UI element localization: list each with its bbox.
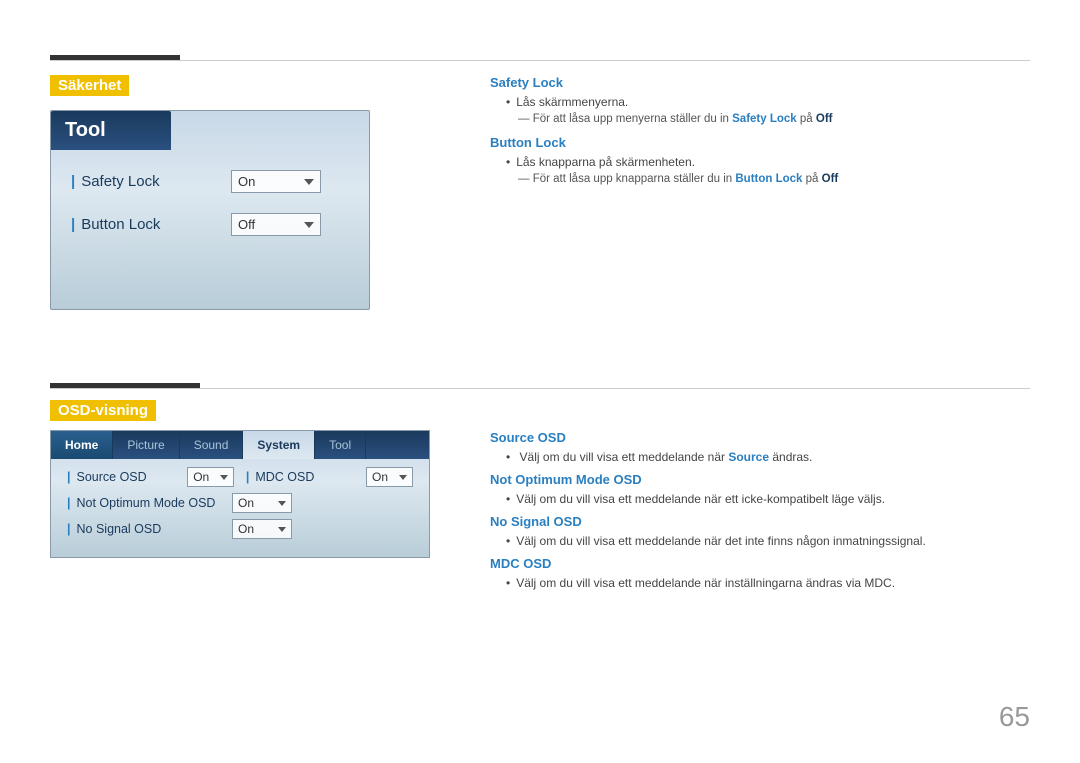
no-signal-osd-label: No Signal OSD — [67, 522, 232, 536]
safety-lock-note-link: Safety Lock — [732, 113, 797, 125]
source-osd-select[interactable]: On — [187, 467, 234, 487]
tab-system[interactable]: System — [243, 431, 315, 459]
tool-panel-header: Tool — [51, 111, 171, 150]
button-lock-select[interactable]: Off — [231, 213, 321, 236]
sakerhet-desc-panel: Safety Lock Lås skärmmenyerna. För att l… — [490, 75, 1030, 195]
safety-lock-title: Safety Lock — [490, 75, 1030, 90]
not-optimum-bullet: Välj om du vill visa ett meddelande när … — [490, 492, 1030, 506]
no-signal-osd-arrow-icon — [278, 527, 286, 532]
no-signal-bullet: Välj om du vill visa ett meddelande när … — [490, 534, 1030, 548]
source-osd-bullet-pre: Välj om du vill visa ett meddelande när — [520, 450, 729, 464]
tab-sound[interactable]: Sound — [180, 431, 244, 459]
mdc-osd-value: On — [372, 470, 388, 484]
osd-label: OSD-visning — [50, 400, 156, 421]
no-signal-osd-row: No Signal OSD On — [67, 519, 413, 539]
source-osd-value: On — [193, 470, 209, 484]
tool-panel: Tool Safety Lock On Button Lock Off — [50, 110, 370, 310]
tab-tool[interactable]: Tool — [315, 431, 366, 459]
safety-lock-note-mid: på — [797, 113, 816, 125]
source-osd-label: Source OSD — [67, 470, 187, 484]
button-lock-value: Off — [238, 217, 255, 232]
mdc-osd-title: MDC OSD — [490, 556, 1030, 571]
button-lock-label: Button Lock — [71, 216, 231, 233]
top-rule — [50, 60, 1030, 61]
not-optimum-title: Not Optimum Mode OSD — [490, 472, 1030, 487]
not-optimum-osd-row: Not Optimum Mode OSD On — [67, 493, 413, 513]
button-lock-bullet: Lås knapparna på skärmenheten. — [490, 155, 1030, 169]
safety-lock-note: För att låsa upp menyerna ställer du in … — [490, 113, 1030, 125]
osd-body: Source OSD On MDC OSD On Not Optimum Mod… — [51, 459, 429, 557]
source-osd-title: Source OSD — [490, 430, 1030, 445]
source-osd-row: Source OSD On MDC OSD On — [67, 467, 413, 487]
mid-rule — [50, 388, 1030, 389]
button-lock-title: Button Lock — [490, 135, 1030, 150]
safety-lock-value: On — [238, 174, 255, 189]
not-optimum-osd-arrow-icon — [278, 501, 286, 506]
page-number: 65 — [999, 701, 1030, 733]
mdc-osd-select[interactable]: On — [366, 467, 413, 487]
button-lock-row: Button Lock Off — [71, 213, 349, 236]
button-lock-arrow-icon — [304, 222, 314, 228]
safety-lock-note-pre: För att låsa upp menyerna ställer du in — [533, 113, 732, 125]
sakerhet-label: Säkerhet — [50, 75, 129, 96]
osd-panel: Home Picture Sound System Tool Source OS… — [50, 430, 430, 558]
source-osd-bullet-end: ändras. — [769, 450, 812, 464]
not-optimum-osd-label: Not Optimum Mode OSD — [67, 496, 232, 510]
safety-lock-label: Safety Lock — [71, 173, 231, 190]
button-lock-note-val: Off — [822, 173, 839, 185]
source-osd-arrow-icon — [220, 475, 228, 480]
osd-desc-panel: Source OSD Välj om du vill visa ett medd… — [490, 430, 1030, 594]
no-signal-title: No Signal OSD — [490, 514, 1030, 529]
source-osd-link: Source — [728, 450, 769, 464]
tool-panel-body: Safety Lock On Button Lock Off — [51, 150, 369, 276]
tab-picture[interactable]: Picture — [113, 431, 179, 459]
not-optimum-osd-value: On — [238, 496, 254, 510]
no-signal-osd-select[interactable]: On — [232, 519, 292, 539]
safety-lock-row: Safety Lock On — [71, 170, 349, 193]
mdc-osd-bullet: Välj om du vill visa ett meddelande när … — [490, 576, 1030, 590]
source-osd-bullet: Välj om du vill visa ett meddelande när … — [490, 450, 1030, 464]
tab-home[interactable]: Home — [51, 431, 113, 459]
button-lock-note-mid: på — [802, 173, 821, 185]
button-lock-note-link: Button Lock — [735, 173, 802, 185]
safety-lock-arrow-icon — [304, 179, 314, 185]
button-lock-note: För att låsa upp knapparna ställer du in… — [490, 173, 1030, 185]
safety-lock-bullet: Lås skärmmenyerna. — [490, 95, 1030, 109]
safety-lock-select[interactable]: On — [231, 170, 321, 193]
safety-lock-note-val: Off — [816, 113, 833, 125]
no-signal-osd-value: On — [238, 522, 254, 536]
mdc-osd-arrow-icon — [399, 475, 407, 480]
osd-tabs: Home Picture Sound System Tool — [51, 431, 429, 459]
not-optimum-osd-select[interactable]: On — [232, 493, 292, 513]
button-lock-note-pre: För att låsa upp knapparna ställer du in — [533, 173, 736, 185]
mdc-osd-label: MDC OSD — [246, 470, 366, 484]
